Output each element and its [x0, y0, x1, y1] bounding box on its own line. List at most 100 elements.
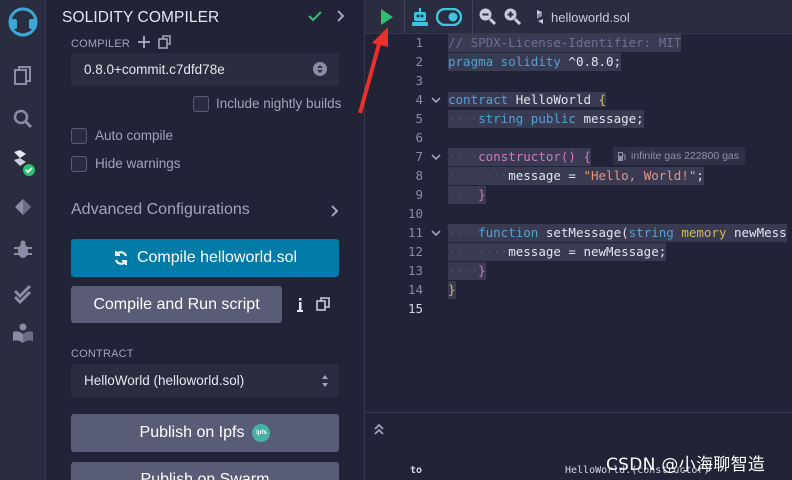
- search-icon[interactable]: [0, 99, 46, 139]
- keyword-token: public: [523, 111, 576, 126]
- file-explorer-icon[interactable]: [0, 56, 46, 96]
- brace-token: }: [478, 263, 486, 278]
- chevron-up-icon[interactable]: [373, 422, 385, 441]
- icon-rail: [0, 0, 46, 480]
- toolbar-divider: [472, 0, 473, 34]
- contract-name-token: HelloWorld: [508, 92, 599, 107]
- contract-selected-value: HelloWorld (helloworld.sol): [84, 373, 245, 388]
- code-line-4: contract HelloWorld {: [448, 91, 607, 109]
- contract-label: CONTRACT: [71, 348, 134, 360]
- code-token: message;: [575, 111, 644, 126]
- code-line-12: ········message = newMessage;: [448, 243, 667, 261]
- gas-estimate-annotation: infinite gas 222800 gas: [613, 147, 745, 165]
- hide-warnings-checkbox[interactable]: [71, 156, 87, 172]
- annotation-arrow-icon: [358, 27, 388, 114]
- type-token: string: [478, 111, 524, 126]
- brace-token: }: [448, 282, 456, 297]
- test-check-icon[interactable]: [0, 274, 46, 314]
- copy-icon[interactable]: [316, 297, 330, 316]
- auto-compile-checkbox[interactable]: [71, 128, 87, 144]
- chevron-right-icon[interactable]: [329, 203, 341, 224]
- function-name-token: setMessage(: [538, 225, 629, 240]
- terminal-to-label: to: [410, 465, 423, 476]
- indent-guide: ········: [448, 244, 509, 259]
- line-number: 15: [407, 301, 423, 316]
- hide-warnings-label: Hide warnings: [95, 156, 181, 171]
- line-number: 8: [415, 168, 423, 183]
- indent-guide: ····: [448, 263, 479, 278]
- compiler-label: COMPILER: [71, 38, 131, 50]
- code-editor[interactable]: 1 2 3 4 5 6 7 8 9 10 11 12 13 14 15 // S…: [365, 34, 792, 412]
- line-number: 10: [407, 206, 423, 221]
- code-token: ;: [696, 168, 704, 183]
- code-line-14: }: [448, 281, 456, 299]
- line-number: 12: [407, 244, 423, 259]
- code-token: message = newMessage;: [508, 244, 667, 259]
- fold-chevron-icon[interactable]: [430, 151, 442, 166]
- zoom-out-icon[interactable]: [478, 7, 497, 30]
- watermark-text: CSDN @小海聊智造: [606, 455, 766, 475]
- code-line-2: pragma solidity ^0.8.0;: [448, 53, 622, 71]
- code-line-8: ········message = "Hello, World!";: [448, 167, 704, 185]
- ipfs-logo-icon: ipfs: [252, 424, 271, 442]
- check-icon: [307, 8, 323, 29]
- code-line-7: ····constructor() {: [448, 148, 592, 166]
- code-line-11: ····function setMessage(string memory ne…: [448, 224, 787, 242]
- panel-title: SOLIDITY COMPILER: [62, 9, 220, 26]
- brace-token: {: [598, 92, 607, 107]
- publish-swarm-button[interactable]: Publish on Swarm: [71, 462, 339, 480]
- fold-chevron-icon[interactable]: [430, 227, 442, 242]
- code-line-13: ····}: [448, 262, 486, 280]
- publish-ipfs-button[interactable]: Publish on Ipfs ipfs: [71, 414, 339, 452]
- indent-guide: ····: [448, 149, 479, 164]
- publish-ipfs-label: Publish on Ipfs: [139, 424, 245, 441]
- auto-compile-label: Auto compile: [95, 128, 174, 143]
- include-nightly-label: Include nightly builds: [216, 96, 342, 111]
- zoom-in-icon[interactable]: [503, 7, 522, 30]
- advanced-config-toggle[interactable]: Advanced Configurations: [71, 201, 250, 219]
- editor-tab-name[interactable]: helloworld.sol: [551, 10, 630, 25]
- compile-button[interactable]: Compile helloworld.sol: [71, 239, 339, 277]
- plus-icon[interactable]: [137, 35, 151, 54]
- compiler-version-value: 0.8.0+commit.c7dfd78e: [84, 62, 225, 77]
- code-line-1: // SPDX-License-Identifier: MIT: [448, 34, 682, 52]
- include-nightly-checkbox[interactable]: [193, 96, 209, 112]
- compile-button-label: Compile helloworld.sol: [136, 249, 298, 266]
- string-token: "Hello, World!": [583, 168, 697, 183]
- remix-logo-icon[interactable]: [0, 2, 46, 42]
- comment-token: // SPDX-License-Identifier: MIT: [448, 35, 682, 50]
- solidity-compiler-icon[interactable]: [0, 143, 46, 183]
- load-compiler-icon[interactable]: [157, 35, 171, 54]
- indent-guide: ····: [448, 187, 479, 202]
- refresh-icon: [113, 250, 129, 266]
- code-line-9: ····}: [448, 186, 486, 204]
- deploy-run-icon[interactable]: [0, 187, 46, 227]
- code-token: ^0.8.0;: [560, 54, 622, 69]
- fold-chevron-icon[interactable]: [430, 94, 442, 109]
- select-arrows-icon: [313, 62, 327, 79]
- keyword-token: memory: [673, 225, 727, 240]
- line-number: 11: [407, 225, 423, 240]
- debugger-icon[interactable]: [0, 230, 46, 270]
- toggle-switch-icon[interactable]: [435, 7, 463, 31]
- learn-book-icon[interactable]: [0, 313, 46, 353]
- line-number: 7: [415, 149, 423, 164]
- compile-run-label: Compile and Run script: [93, 295, 260, 313]
- indent-guide: ····: [448, 111, 479, 126]
- select-arrows-icon: [321, 374, 329, 391]
- gas-estimate-text: infinite gas 222800 gas: [631, 150, 739, 162]
- gas-pump-icon: [617, 151, 626, 162]
- brace-token: }: [478, 187, 486, 202]
- chevron-right-icon[interactable]: [335, 8, 347, 29]
- compiler-version-select[interactable]: 0.8.0+commit.c7dfd78e: [71, 53, 339, 86]
- contract-select[interactable]: HelloWorld (helloworld.sol): [71, 364, 339, 397]
- compile-run-script-button[interactable]: Compile and Run script: [71, 286, 282, 323]
- indent-guide: ········: [448, 168, 509, 183]
- code-token: message =: [508, 168, 584, 183]
- constructor-token: constructor: [478, 149, 561, 164]
- code-line-5: ····string public message;: [448, 110, 644, 128]
- solidity-file-icon: [535, 9, 545, 30]
- robot-icon[interactable]: [411, 7, 429, 32]
- info-icon[interactable]: [295, 297, 305, 318]
- line-number: 6: [415, 130, 423, 145]
